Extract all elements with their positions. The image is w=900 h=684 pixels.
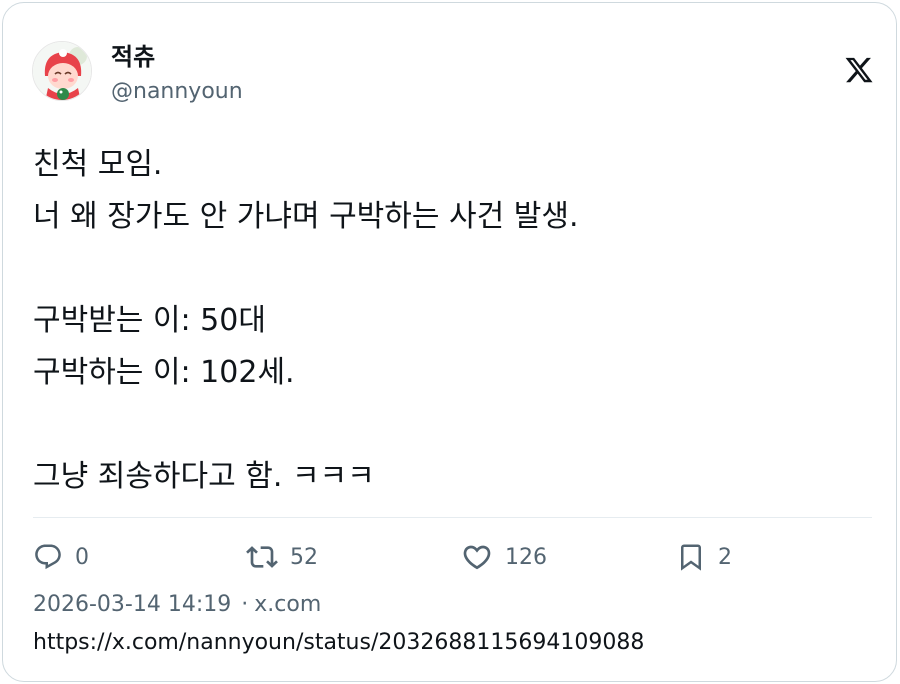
tweet-text-line: 그냥 죄송하다고 함. ㅋㅋㅋ — [33, 459, 375, 494]
retweet-icon — [246, 546, 278, 568]
retweet-count: 52 — [290, 544, 318, 570]
tweet-text: 친척 모임. 너 왜 장가도 안 가냐며 구박하는 사건 발생. 구박받는 이:… — [33, 139, 873, 503]
bookmark-icon — [681, 544, 701, 571]
heart-icon — [463, 545, 491, 570]
tweet-meta: 2026-03-14 14:19 · x.com — [33, 592, 321, 617]
tweet-text-line — [33, 399, 873, 451]
retweet-button[interactable]: 52 — [246, 539, 318, 575]
like-count: 126 — [505, 544, 547, 570]
avatar-character-icon — [33, 42, 91, 100]
source-link[interactable]: x.com — [254, 592, 321, 617]
reply-icon — [35, 544, 61, 570]
author-display-name[interactable]: 적츄 — [111, 37, 155, 72]
x-logo-icon[interactable] — [844, 55, 874, 85]
tweet-url[interactable]: https://x.com/nannyoun/status/2032688115… — [33, 630, 644, 655]
meta-separator: · — [241, 592, 249, 617]
reply-count: 0 — [75, 544, 89, 570]
tweet-text-line: 구박하는 이: 102세. — [33, 355, 295, 390]
tweet-text-line: 친척 모임. — [33, 147, 163, 182]
tweet-text-line: 구박받는 이: 50대 — [33, 303, 266, 338]
divider — [33, 517, 872, 518]
tweet-text-line: 너 왜 장가도 안 가냐며 구박하는 사건 발생. — [33, 199, 579, 234]
avatar[interactable] — [32, 41, 92, 101]
tweet-text-line — [33, 243, 873, 295]
bookmark-count: 2 — [718, 544, 732, 570]
timestamp[interactable]: 2026-03-14 14:19 — [33, 592, 231, 617]
bookmark-button[interactable]: 2 — [676, 539, 732, 575]
like-button[interactable]: 126 — [461, 539, 547, 575]
tweet-card: 적츄 @nannyoun 친척 모임. 너 왜 장가도 안 가냐며 구박하는 사… — [2, 2, 897, 682]
author-handle[interactable]: @nannyoun — [111, 79, 243, 104]
reply-button[interactable]: 0 — [33, 539, 89, 575]
